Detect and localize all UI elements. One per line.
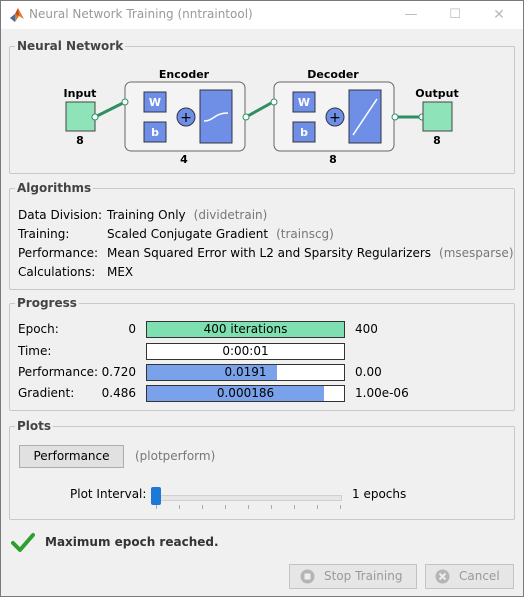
algo-value-text: Mean Squared Error with L2 and Sparsity … [107,246,432,260]
algo-label: Data Division: [18,208,103,222]
decoder-input-node [270,98,278,106]
time-progress-text: 0:00:01 [222,344,269,358]
algo-value-text: Scaled Conjugate Gradient [107,227,269,241]
performance-plot-function: (plotperform) [135,449,216,463]
epoch-progress-bar: 400 iterations [146,321,345,338]
algorithms-title: Algorithms [15,181,94,195]
performance-plot-button[interactable]: Performance [19,445,124,468]
matlab-logo-icon [10,8,24,22]
neural-network-panel: Neural Network Input 8 Encoder W b + 4 D… [9,39,515,174]
algo-value-text: MEX [107,265,134,279]
encoder-input-node [121,98,129,106]
slider-tick [179,505,180,509]
algo-function: (trainscg) [276,227,334,241]
slider-tick [202,505,203,509]
output-block [422,101,453,132]
algo-value: Scaled Conjugate Gradient (trainscg) [107,227,334,241]
plot-interval-label: Plot Interval: [70,487,147,501]
algo-function: (dividetrain) [193,208,268,222]
encoder-size: 4 [180,153,188,166]
input-node [91,113,99,121]
stop-training-button[interactable]: Stop Training [289,564,417,589]
performance-max: 0.00 [355,365,382,379]
output-label: Output [415,87,458,100]
gradient-max: 1.00e-06 [355,386,409,400]
decoder-output-node [391,113,399,121]
plot-interval-slider-thumb[interactable] [151,487,161,505]
maximize-button[interactable]: ☐ [441,5,469,25]
algo-value: MEX [107,265,141,279]
nntraintool-window: Neural Network Training (nntraintool) — … [0,0,524,597]
cancel-label: Cancel [459,569,500,583]
minimize-button[interactable]: — [397,5,425,25]
progress-panel: Progress Epoch: 0 400 iterations 400 Tim… [9,296,515,411]
slider-tick [317,505,318,509]
window-title: Neural Network Training (nntraintool) [29,7,253,21]
algo-label: Performance: [18,246,99,260]
gradient-progress-bar: 0.000186 [146,385,345,402]
input-block [65,101,96,132]
stop-training-label: Stop Training [324,569,403,583]
encoder-plus-icon: + [180,110,192,126]
plots-title: Plots [15,419,54,433]
performance-progress-text: 0.0191 [224,365,267,379]
close-button[interactable]: ✕ [485,5,513,25]
algo-value: Training Only (dividetrain) [107,208,267,222]
progress-title: Progress [15,296,79,310]
status-message: Maximum epoch reached. [45,535,219,549]
gradient-label: Gradient: [18,386,75,400]
slider-tick [248,505,249,509]
output-size: 8 [433,134,441,147]
slider-tick [156,505,157,509]
encoder-bias-label: b [151,126,159,139]
epoch-progress-text: 400 iterations [203,322,288,336]
decoder-label: Decoder [307,68,359,81]
checkmark-icon [11,533,35,552]
algo-label: Calculations: [18,265,96,279]
gradient-min: 0.486 [101,386,136,400]
slider-tick [340,505,341,509]
algo-value: Mean Squared Error with L2 and Sparsity … [107,246,514,260]
algo-label: Training: [18,227,70,241]
slider-tick [294,505,295,509]
cancel-icon [435,569,450,584]
plot-interval-value: 1 epochs [352,487,407,501]
cancel-button[interactable]: Cancel [425,564,514,589]
title-bar: Neural Network Training (nntraintool) — … [1,1,523,29]
plots-panel: Plots Performance (plotperform) Plot Int… [9,419,515,520]
input-label: Input [64,87,97,100]
epoch-min: 0 [128,322,136,336]
input-size: 8 [76,134,84,147]
epoch-label: Epoch: [18,322,59,336]
encoder-label: Encoder [159,68,210,81]
time-progress-bar: 0:00:01 [146,343,345,360]
network-diagram: Input 8 Encoder W b + 4 Decoder W b + 8 … [64,68,459,166]
decoder-plus-icon: + [329,110,341,126]
encoder-weight-label: W [149,96,161,109]
gradient-progress-text: 0.000186 [216,386,275,400]
stop-icon [300,569,315,584]
time-label: Time: [18,344,52,358]
encoder-output-node [242,113,250,121]
decoder-bias-label: b [300,126,308,139]
epoch-max: 400 [355,322,378,336]
performance-min: 0.720 [101,365,136,379]
performance-progress-bar: 0.0191 [146,364,345,381]
decoder-size: 8 [329,153,337,166]
slider-tick [271,505,272,509]
slider-tick [225,505,226,509]
plot-interval-slider-track[interactable] [156,495,342,501]
algo-value-text: Training Only [107,208,186,222]
algorithms-panel: Algorithms Data Division: Training Only (… [9,181,515,290]
algo-function: (msesparse) [439,246,514,260]
decoder-weight-label: W [298,96,310,109]
